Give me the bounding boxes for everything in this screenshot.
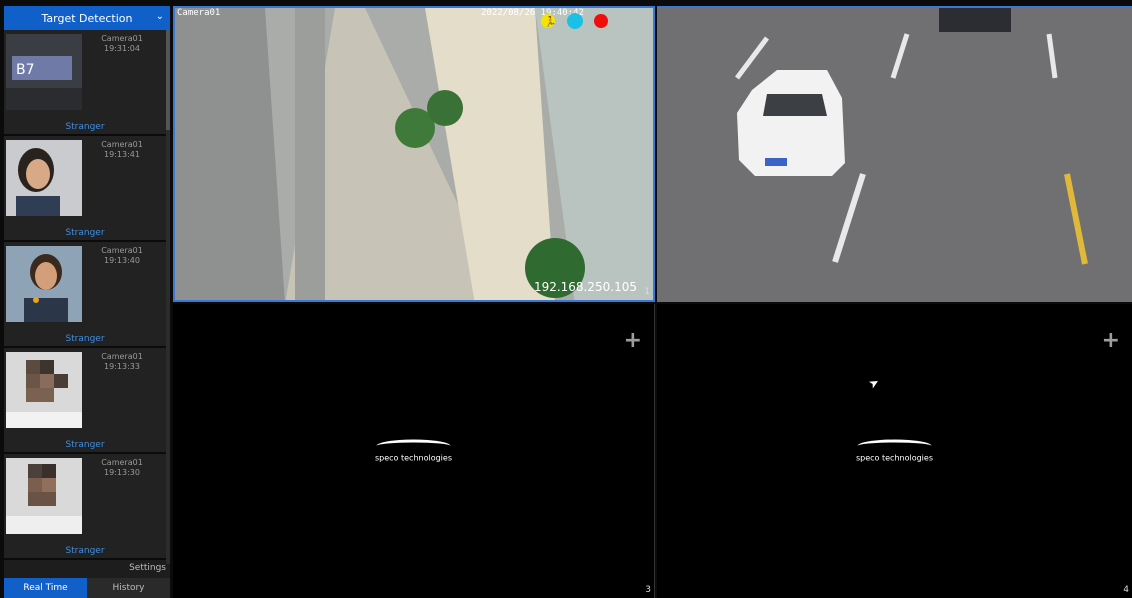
- camera-tile-4[interactable]: + speco technologies ➤ 4: [657, 304, 1132, 598]
- event-time: 19:31:04: [104, 44, 140, 53]
- event-label: Stranger: [65, 122, 105, 132]
- logo-text: speco technologies: [855, 453, 934, 463]
- event-label: Stranger: [65, 334, 105, 344]
- event-list: B7 Camera01 19:31:04 Stranger Camera01 1…: [4, 30, 170, 564]
- camera-tile-1[interactable]: Camera01 2022/08/26 19:40:42 🏃 192.168.2…: [173, 6, 655, 302]
- event-item[interactable]: Camera01 19:13:41 Stranger: [4, 136, 166, 242]
- face-thumbnail: [6, 246, 82, 322]
- event-camera: Camera01: [101, 458, 143, 467]
- event-scrollbar[interactable]: [166, 30, 170, 564]
- event-meta: Camera01 19:13:41: [84, 140, 160, 160]
- status-icons: 🏃: [541, 13, 608, 29]
- logo-text: speco technologies: [374, 453, 453, 463]
- svg-text:B7: B7: [16, 62, 35, 78]
- channel-number: 4: [1123, 585, 1129, 595]
- panel-title: Target Detection: [41, 11, 133, 25]
- camera-tile-3[interactable]: + speco technologies 3: [173, 304, 655, 598]
- event-time: 19:13:40: [104, 256, 140, 265]
- mouse-cursor-icon: ➤: [866, 374, 882, 392]
- speco-logo: speco technologies: [855, 439, 934, 463]
- blurred-thumbnail: [6, 352, 82, 428]
- motion-alarm-icon: 🏃: [541, 14, 556, 28]
- event-camera: Camera01: [101, 34, 143, 43]
- tab-history[interactable]: History: [87, 578, 170, 598]
- event-camera: Camera01: [101, 352, 143, 361]
- add-camera-icon[interactable]: +: [1102, 328, 1120, 353]
- face-thumbnail: [6, 140, 82, 216]
- event-meta: Camera01 19:13:33: [84, 352, 160, 372]
- event-meta: Camera01 19:13:30: [84, 458, 160, 478]
- chevron-down-icon[interactable]: ⌄: [156, 11, 164, 22]
- event-camera: Camera01: [101, 246, 143, 255]
- face-detection-icon: [567, 13, 583, 29]
- panel-dropdown[interactable]: Target Detection ⌄: [4, 6, 170, 30]
- event-meta: Camera01 19:13:40: [84, 246, 160, 266]
- speco-logo: speco technologies: [374, 439, 453, 463]
- recording-icon: [594, 14, 608, 28]
- event-item[interactable]: Camera01 19:13:33 Stranger: [4, 348, 166, 454]
- event-label: Stranger: [65, 546, 105, 556]
- event-camera: Camera01: [101, 140, 143, 149]
- camera-ip: 192.168.250.105: [533, 280, 637, 294]
- channel-number: 3: [645, 585, 651, 595]
- add-camera-icon[interactable]: +: [624, 328, 642, 353]
- event-time: 19:13:30: [104, 468, 140, 477]
- scrollbar-thumb[interactable]: [166, 30, 170, 130]
- camera-grid: Camera01 2022/08/26 19:40:42 🏃 192.168.2…: [173, 6, 1132, 598]
- event-item[interactable]: Camera01 19:13:40 Stranger: [4, 242, 166, 348]
- svg-text:🏃: 🏃: [544, 15, 556, 28]
- settings-link[interactable]: Settings: [129, 563, 166, 573]
- mode-tabs: Real Time History: [4, 578, 170, 598]
- event-meta: Camera01 19:31:04: [84, 34, 160, 54]
- corridor-video: [175, 8, 653, 300]
- plate-thumbnail: B7: [6, 34, 82, 110]
- camera-tile-2[interactable]: [657, 6, 1132, 302]
- blurred-thumbnail: [6, 458, 82, 534]
- event-item[interactable]: Camera01 19:13:30 Stranger: [4, 454, 166, 560]
- event-time: 19:13:33: [104, 362, 140, 371]
- event-label: Stranger: [65, 228, 105, 238]
- event-time: 19:13:41: [104, 150, 140, 159]
- event-label: Stranger: [65, 440, 105, 450]
- road-video: [657, 8, 1132, 302]
- channel-number: 1: [644, 287, 650, 297]
- tab-real-time[interactable]: Real Time: [4, 578, 87, 598]
- camera-name: Camera01: [177, 8, 221, 18]
- target-detection-panel: Target Detection ⌄ B7 Camera01 19:31:04 …: [4, 6, 170, 598]
- event-item[interactable]: B7 Camera01 19:31:04 Stranger: [4, 30, 166, 136]
